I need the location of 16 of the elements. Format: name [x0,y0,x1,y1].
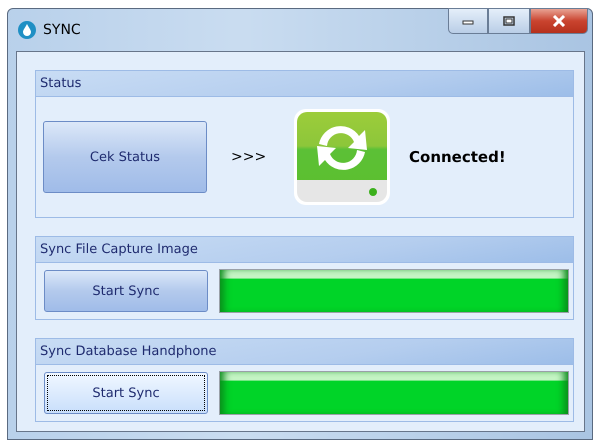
group-title: Status [40,76,82,91]
sync-drive-icon [293,108,391,206]
start-sync-button[interactable]: Start Sync [44,270,208,312]
close-icon [552,15,566,27]
minimize-button[interactable] [448,8,488,34]
arrow-text: >>> [231,149,268,165]
group-title: Sync File Capture Image [40,242,198,257]
maximize-icon [503,16,515,26]
connection-status-text: Connected! [409,148,506,166]
group-title: Sync Database Handphone [40,344,217,359]
close-button[interactable] [530,8,588,34]
start-sync-button[interactable]: Start Sync [44,372,208,414]
check-status-button[interactable]: Cek Status [43,121,207,193]
maximize-button[interactable] [488,8,530,34]
window-title: SYNC [43,22,81,38]
water-drop-icon [18,21,36,39]
